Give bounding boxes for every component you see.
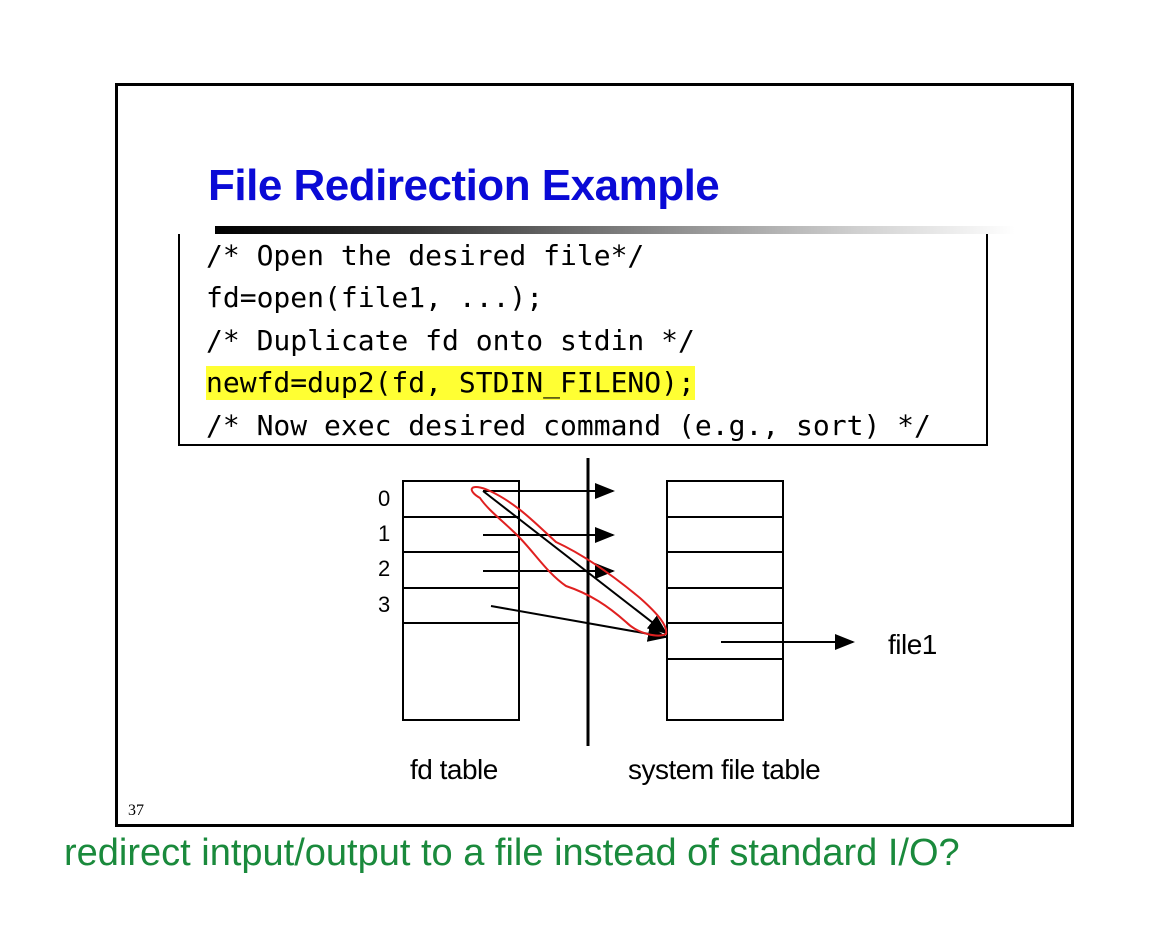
slide: File Redirection Example /* Open the des… (115, 83, 1074, 827)
system-file-table-label: system file table (628, 754, 821, 785)
fd0-redirect-arrow (482, 490, 668, 635)
fd-index-2: 2 (378, 556, 391, 581)
slide-number: 37 (128, 802, 144, 819)
fd-table-label: fd table (410, 754, 498, 785)
red-annotation-loop (470, 486, 668, 637)
caption-question: redirect intput/output to a file instead… (64, 832, 960, 874)
fd-redirection-diagram (402, 458, 855, 746)
fd-index-1: 1 (378, 521, 391, 546)
fd-index-3: 3 (378, 592, 391, 617)
file1-label: file1 (888, 629, 937, 660)
fd-index-0: 0 (378, 486, 391, 511)
